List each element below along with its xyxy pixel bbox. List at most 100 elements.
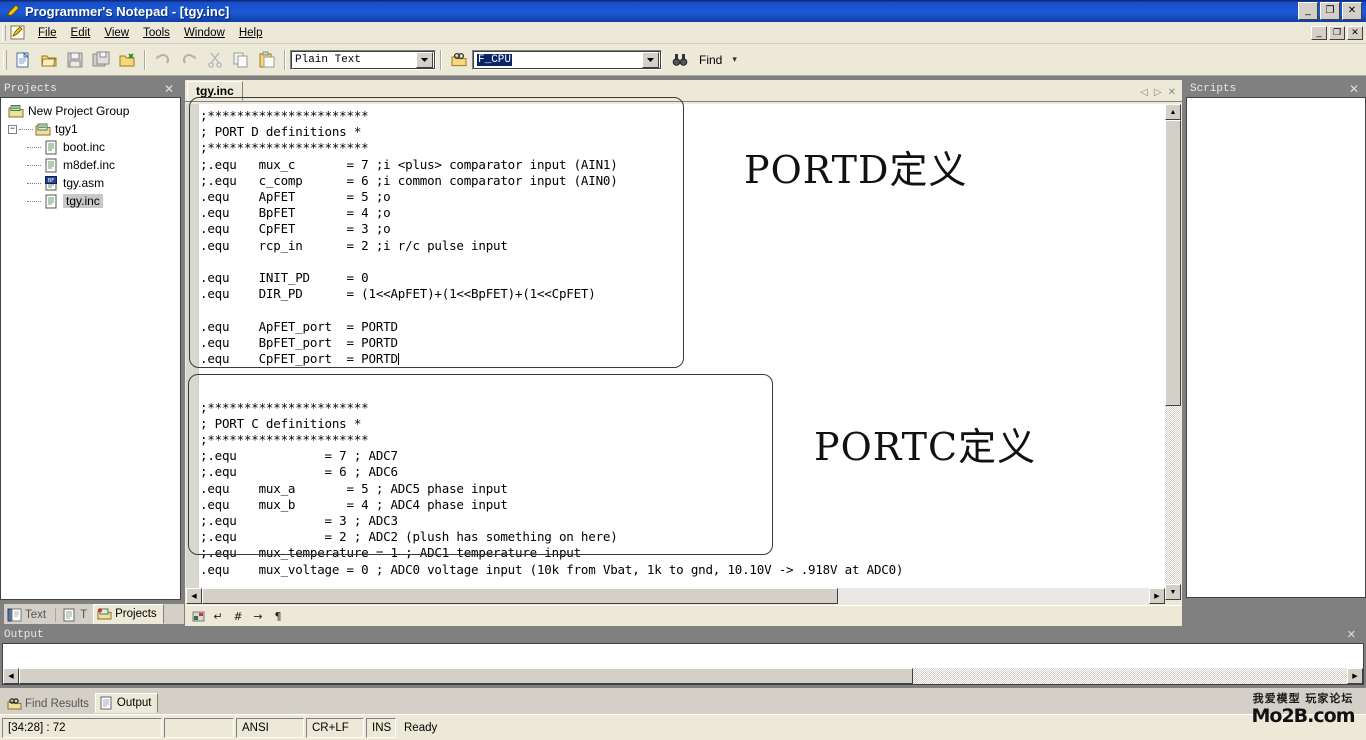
output-title-bar: Output ✕ <box>0 626 1366 643</box>
tree-expander-icon[interactable]: − <box>8 124 17 134</box>
tree-item-label-selected: tgy.inc <box>63 194 103 208</box>
projects-dock-tabs: Text T Projects <box>4 604 184 624</box>
toolbar-drag-grip[interactable] <box>3 49 7 70</box>
output-horizontal-scrollbar[interactable]: ◀ ▶ <box>3 668 1363 684</box>
tree-line <box>27 164 41 166</box>
redo-icon[interactable] <box>177 48 201 71</box>
menu-item-tools[interactable]: Tools <box>136 24 177 42</box>
dock-tab-t[interactable]: T <box>59 606 93 624</box>
menu-item-edit-label: Edit <box>70 26 91 39</box>
tree-item-tgy-inc[interactable]: tgy.inc <box>5 192 180 210</box>
show-whitespace-icon[interactable] <box>189 608 207 624</box>
scripts-dock-title: Scripts <box>1190 82 1237 95</box>
find-combo[interactable]: F_CPU <box>472 49 662 70</box>
scripts-list[interactable] <box>1186 97 1366 598</box>
show-paragraph-icon[interactable]: ¶ <box>269 608 287 624</box>
chevron-down-icon[interactable] <box>416 51 433 68</box>
find-dropdown-icon[interactable]: ▾ <box>732 54 737 65</box>
scroll-left-icon[interactable]: ◀ <box>186 588 202 604</box>
tree-item-tgy-asm[interactable]: BF tgy.asm <box>5 174 180 192</box>
code-editor-surface[interactable]: ;********************** ; PORT D definit… <box>186 97 1165 600</box>
dock-tab-projects[interactable]: Projects <box>93 604 164 624</box>
tree-item-boot-inc[interactable]: boot.inc <box>5 138 180 156</box>
copy-icon[interactable] <box>229 48 253 71</box>
scroll-right-icon[interactable]: ▶ <box>1149 588 1165 604</box>
menu-item-edit[interactable]: Edit <box>64 24 98 42</box>
scheme-combo[interactable]: Plain Text <box>290 49 436 70</box>
save-icon[interactable] <box>63 48 87 71</box>
show-eol-icon[interactable]: ↵ <box>209 608 227 624</box>
document-tab-label: tgy.inc <box>196 84 234 98</box>
menu-item-tools-label: Tools <box>143 26 170 39</box>
editor-vscroll-thumb[interactable] <box>1165 120 1181 406</box>
cut-icon[interactable] <box>203 48 227 71</box>
menu-item-help-label: Help <box>238 26 263 39</box>
toolbar-separator-2 <box>284 49 286 70</box>
bottom-tab-output[interactable]: Output <box>94 693 159 713</box>
close-icon[interactable]: ✕ <box>164 82 177 96</box>
find-combo-value: F_CPU <box>477 53 513 66</box>
paste-icon[interactable] <box>255 48 279 71</box>
save-all-icon[interactable] <box>89 48 113 71</box>
menu-drag-grip[interactable] <box>2 24 6 41</box>
editor-view-toolbar: ↵ # → ¶ <box>186 605 1182 626</box>
find-in-files-icon[interactable] <box>447 48 471 71</box>
output-text-area[interactable]: ◀ ▶ <box>2 643 1364 685</box>
projects-tree-panel: New Project Group − tgy1 boot.inc m8def.… <box>0 97 181 600</box>
close-file-icon[interactable] <box>115 48 139 71</box>
menu-item-file[interactable]: File <box>31 24 64 42</box>
dock-tab-text[interactable]: Text <box>4 606 52 624</box>
title-bar: Programmer's Notepad - [tgy.inc] _ ❐ ✕ <box>0 0 1366 22</box>
client-area: Projects ✕ New Project Group − tgy1 boot… <box>0 76 1366 626</box>
close-button[interactable]: ✕ <box>1342 2 1362 20</box>
annotation-portc: PORTC定义 <box>814 425 1037 469</box>
output-pane-title: Output <box>4 628 44 641</box>
find-results-icon <box>7 697 22 711</box>
mdi-close-button[interactable]: ✕ <box>1347 25 1363 40</box>
project-icon <box>35 122 51 137</box>
menu-item-help[interactable]: Help <box>232 24 270 42</box>
show-tabs-icon[interactable]: → <box>249 608 267 624</box>
toolbar-separator <box>144 49 146 70</box>
new-file-icon[interactable] <box>11 48 35 71</box>
show-linenumbers-icon[interactable]: # <box>229 608 247 624</box>
undo-icon[interactable] <box>151 48 175 71</box>
output-hscroll-thumb[interactable] <box>19 668 913 684</box>
bottom-tab-find-results[interactable]: Find Results <box>4 695 95 713</box>
document-tab-tgy-inc[interactable]: tgy.inc <box>187 81 243 101</box>
chevron-down-icon-find[interactable] <box>642 51 659 68</box>
menu-item-view[interactable]: View <box>97 24 136 42</box>
editor-horizontal-scrollbar[interactable]: ◀ ▶ <box>186 588 1165 604</box>
tab-close-icon[interactable]: ✕ <box>1168 87 1176 98</box>
text-clips-icon <box>7 608 22 622</box>
code-text: ;********************** ; PORT D definit… <box>200 108 904 577</box>
toolbar-separator-3 <box>440 49 442 70</box>
open-file-icon[interactable] <box>37 48 61 71</box>
tree-item-m8def-inc[interactable]: m8def.inc <box>5 156 180 174</box>
editor-vertical-scrollbar[interactable]: ▲ ▼ <box>1165 104 1181 600</box>
tree-item-new-project-group[interactable]: New Project Group <box>5 102 180 120</box>
editor-hscroll-thumb[interactable] <box>202 588 838 604</box>
minimize-button[interactable]: _ <box>1298 2 1318 20</box>
tree-item-tgy1[interactable]: − tgy1 <box>5 120 180 138</box>
project-tree: New Project Group − tgy1 boot.inc m8def.… <box>1 98 180 210</box>
menu-bar: File Edit View Tools Window Help _ ❐ ✕ <box>0 22 1366 44</box>
text-icon <box>62 608 77 622</box>
restore-button[interactable]: ❐ <box>1320 2 1340 20</box>
close-icon[interactable]: ✕ <box>1347 628 1362 641</box>
mdi-minimize-button[interactable]: _ <box>1311 25 1327 40</box>
file-icon <box>43 140 59 155</box>
tab-next-icon[interactable]: ▷ <box>1154 87 1162 98</box>
tree-line <box>27 200 41 202</box>
tree-item-label: tgy1 <box>55 122 78 136</box>
mdi-restore-button[interactable]: ❐ <box>1329 25 1345 40</box>
scroll-left-icon[interactable]: ◀ <box>3 668 19 684</box>
menu-item-window[interactable]: Window <box>177 24 232 42</box>
find-button-label[interactable]: Find <box>699 53 722 67</box>
scroll-down-icon[interactable]: ▼ <box>1165 584 1181 600</box>
scroll-right-icon[interactable]: ▶ <box>1347 668 1363 684</box>
close-icon[interactable]: ✕ <box>1349 82 1362 96</box>
scroll-up-icon[interactable]: ▲ <box>1165 104 1181 120</box>
binoculars-icon[interactable] <box>668 48 692 71</box>
tab-prev-icon[interactable]: ◁ <box>1140 87 1148 98</box>
